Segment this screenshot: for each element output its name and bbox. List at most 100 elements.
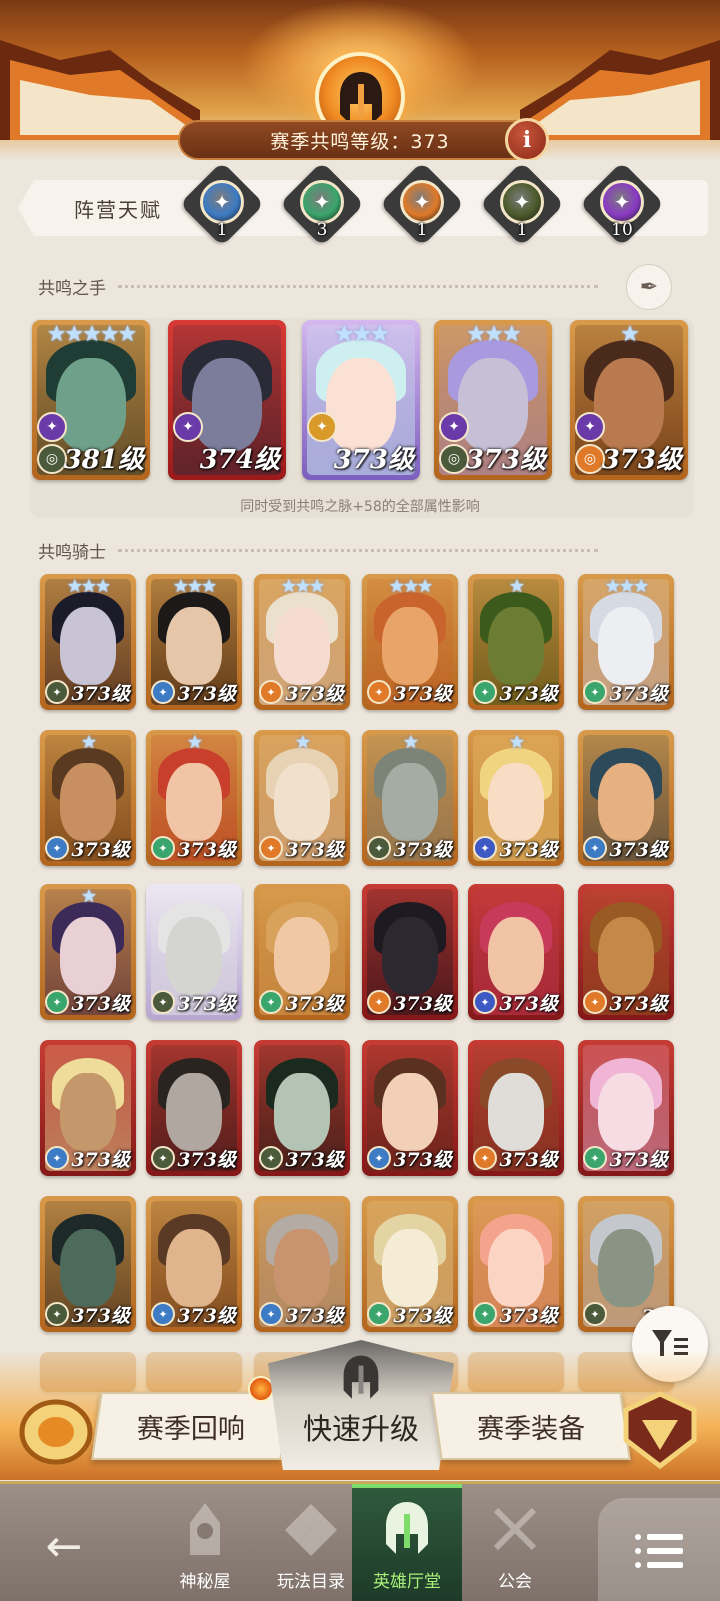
faction-talent-4[interactable]: ✦ 1 (479, 161, 565, 248)
hero-level: 373级 (177, 993, 236, 1015)
nav-hero-hall-label: 英雄厅堂 (373, 1572, 441, 1592)
hero-card[interactable]: ★ ✦ 373级 (362, 730, 458, 866)
hero-card[interactable]: ✦ 373级 (362, 1040, 458, 1176)
hero-card[interactable]: ✦ 373级 (40, 1196, 136, 1332)
hero-card[interactable]: ★ ✦ ◎ 373级 (570, 320, 688, 480)
hero-face (326, 358, 396, 451)
wilder-leaf-icon: ✦ (300, 180, 344, 224)
faction-badge-icon: ✦ (151, 990, 175, 1014)
hero-face (488, 916, 544, 995)
hero-card[interactable]: ★★★ ✦ ◎ 373级 (434, 320, 552, 480)
faction-badge-icon: ✦ (173, 412, 203, 442)
hero-card[interactable]: ★★★ ✦ 373级 (578, 574, 674, 710)
hero-card[interactable]: ✦ 373级 (578, 1040, 674, 1176)
lightbearer-star-icon: ✦ (200, 180, 244, 224)
hero-card[interactable]: ★ ✦ 373级 (468, 574, 564, 710)
hero-card[interactable]: ★★★★★ ✦ ◎ 381级 (32, 320, 150, 480)
hero-card[interactable]: ✦ 373级 (468, 884, 564, 1020)
notification-dot (248, 1376, 274, 1402)
hero-card[interactable]: ✦ 373级 (254, 884, 350, 1020)
hero-hall-icon (375, 1497, 439, 1561)
season-gear-button[interactable]: 赛季装备 (431, 1392, 631, 1460)
faction-badge-icon: ✦ (575, 412, 605, 442)
hero-level: 373级 (499, 1149, 558, 1171)
quick-upgrade-label: 快速升级 (302, 1412, 419, 1446)
talent-count: 1 (516, 220, 528, 240)
season-echo-button[interactable]: 赛季回响 (91, 1392, 291, 1460)
class-badge-icon: ◎ (37, 444, 67, 474)
hero-card[interactable]: ✦ 373级 (254, 1040, 350, 1176)
season-resonance-level-text: 赛季共鸣等级：373 (270, 130, 450, 153)
hero-level: 373级 (393, 993, 452, 1015)
faction-badge-icon: ✦ (259, 1146, 283, 1170)
resonance-hand-caption: 同时受到共鸣之脉+58的全部属性影响 (240, 499, 480, 515)
faction-badge-icon: ✦ (583, 836, 607, 860)
faction-badge-icon: ✦ (45, 836, 69, 860)
hero-card[interactable]: ★ ✦ 373级 (40, 730, 136, 866)
hero-card[interactable]: ✦ 373级 (254, 1196, 350, 1332)
back-button[interactable]: ← (24, 1506, 104, 1586)
faction-talent-1[interactable]: ✦ 1 (179, 161, 265, 248)
menu-button[interactable] (598, 1498, 720, 1601)
hero-card[interactable]: ✦ 373级 (468, 1040, 564, 1176)
left-wing-decoration (0, 40, 200, 140)
hero-card[interactable]: ✦ 373级 (578, 730, 674, 866)
hero-card[interactable]: ✦ 373级 (146, 1196, 242, 1332)
star-rank: ★★★ (604, 576, 649, 597)
bottom-navigation: ← 神秘屋 玩法目录 英雄厅堂 公会 (0, 1481, 720, 1601)
info-icon: i (522, 127, 532, 153)
star-rank: ★★★ (280, 576, 325, 597)
hero-card[interactable]: ★ ✦ 373级 (146, 730, 242, 866)
hero-card[interactable]: ★ ✦ 373级 (468, 730, 564, 866)
hero-face (274, 606, 330, 685)
hero-card[interactable]: ★★★ ✦ 373级 (254, 574, 350, 710)
hero-card[interactable]: ✦ 374级 (168, 320, 286, 480)
nav-game-modes-label: 玩法目录 (277, 1572, 345, 1592)
hero-card[interactable]: ★★★ ✦ 373级 (362, 574, 458, 710)
arrow-left-icon: ← (45, 1520, 83, 1572)
hero-face (598, 1228, 654, 1307)
season-echo-label: 赛季回响 (137, 1413, 245, 1445)
hero-card[interactable]: ✦ 373级 (362, 884, 458, 1020)
hero-card[interactable]: ✦ 373级 (146, 1040, 242, 1176)
hero-face (192, 358, 262, 451)
hero-level: 373级 (177, 683, 236, 705)
hero-card[interactable]: ✦ 373级 (468, 1196, 564, 1332)
spartan-helmet-icon (343, 1355, 379, 1399)
hero-card[interactable]: ★ ✦ 373级 (40, 884, 136, 1020)
faction-talent-2[interactable]: ✦ 3 (279, 161, 365, 248)
faction-badge-icon: ✦ (45, 1302, 69, 1326)
faction-badge-icon: ✦ (583, 1302, 607, 1326)
faction-badge-icon: ✦ (583, 680, 607, 704)
hero-level: 373级 (71, 1305, 130, 1327)
hero-face (598, 762, 654, 841)
hero-level: 373级 (177, 1149, 236, 1171)
nav-game-modes[interactable]: 玩法目录 (256, 1484, 366, 1601)
action-bar: 赛季回响 快速升级 赛季装备 (0, 1340, 720, 1480)
quill-icon[interactable]: ✒ (626, 264, 672, 310)
hero-card[interactable]: ✦ 373级 (578, 884, 674, 1020)
faction-badge-icon: ✦ (473, 680, 497, 704)
hero-level: 373级 (499, 839, 558, 861)
hero-level: 373级 (71, 1149, 130, 1171)
faction-talent-5[interactable]: ✦ 10 (579, 161, 665, 248)
hero-face (274, 916, 330, 995)
hero-face (488, 1228, 544, 1307)
faction-badge-icon: ✦ (473, 1302, 497, 1326)
hero-card[interactable]: ★★★ ✦ 373级 (302, 320, 420, 480)
nav-mystery-house[interactable]: 神秘屋 (150, 1484, 260, 1601)
hero-card[interactable]: ★ ✦ 373级 (254, 730, 350, 866)
info-button[interactable]: i (505, 118, 549, 160)
nav-hero-hall[interactable]: 英雄厅堂 (352, 1484, 462, 1601)
quick-upgrade-button[interactable]: 快速升级 (268, 1340, 454, 1470)
nav-guild[interactable]: 公会 (460, 1484, 570, 1601)
hero-card[interactable]: ✦ 373级 (146, 884, 242, 1020)
hero-card[interactable]: ✦ 373级 (362, 1196, 458, 1332)
hero-face (458, 358, 528, 451)
faction-talent-3[interactable]: ✦ 1 (379, 161, 465, 248)
hero-card[interactable]: ✦ 373级 (40, 1040, 136, 1176)
hero-level: 381级 (63, 445, 144, 475)
hero-level: 373级 (393, 839, 452, 861)
hero-card[interactable]: ★★★ ✦ 373级 (40, 574, 136, 710)
hero-card[interactable]: ★★★ ✦ 373级 (146, 574, 242, 710)
